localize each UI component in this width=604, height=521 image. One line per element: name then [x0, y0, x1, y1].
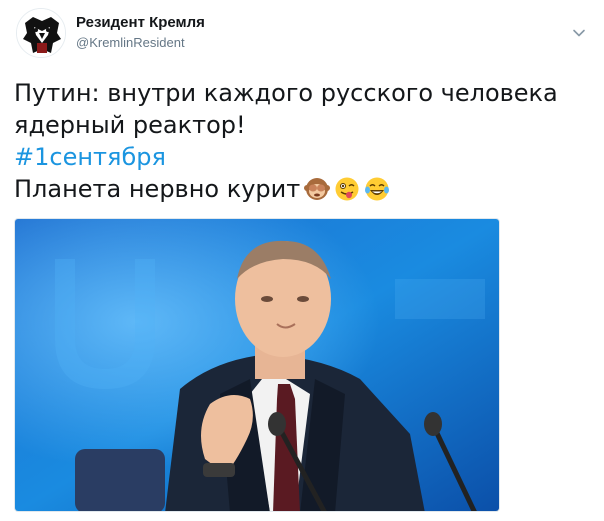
tweet-card: Резидент Кремля @KremlinResident Путин: …: [0, 0, 604, 521]
avatar-badger-icon: [17, 9, 65, 57]
hashtag-link[interactable]: #1сентября: [14, 143, 166, 171]
author-handle[interactable]: @KremlinResident: [76, 35, 205, 50]
tweet-text-line-4: Планета нервно курит: [14, 175, 301, 203]
tears-of-joy-emoji-icon: [364, 176, 390, 202]
tweet-text: Путин: внутри каждого русского человека …: [14, 77, 584, 205]
tweet-text-line-2: ядерный реактор!: [14, 111, 246, 139]
photo-image: [15, 219, 499, 511]
winking-tongue-emoji-icon: [334, 176, 360, 202]
avatar[interactable]: [16, 8, 66, 58]
tweet-media-photo[interactable]: [14, 218, 500, 512]
author-names: Резидент Кремля @KremlinResident: [76, 14, 205, 50]
tweet-text-line-4-wrap: Планета нервно курит: [14, 173, 584, 205]
tweet-text-line-1: Путин: внутри каждого русского человека: [14, 79, 558, 107]
see-no-evil-monkey-emoji-icon: [304, 176, 331, 202]
chevron-down-icon[interactable]: [570, 24, 588, 42]
author-display-name[interactable]: Резидент Кремля: [76, 14, 205, 31]
tweet-header: Резидент Кремля @KremlinResident: [14, 8, 594, 60]
